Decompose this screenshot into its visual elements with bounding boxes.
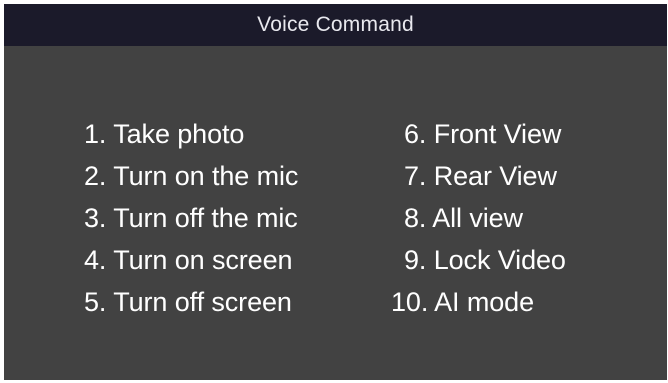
command-turn-off-mic: 3. Turn off the mic [84,203,298,233]
voice-command-screen: Voice Command 1. Take photo 2. Turn on t… [4,4,667,380]
command-take-photo: 1. Take photo [84,119,245,149]
page-title: Voice Command [257,13,414,36]
command-rear-view: 7. Rear View [404,161,557,191]
command-turn-on-screen: 4. Turn on screen [84,245,293,275]
command-front-view: 6. Front View [404,119,562,149]
command-all-view: 8. All view [404,203,523,233]
command-ai-mode: 10. AI mode [391,287,534,317]
command-lock-video: 9. Lock Video [404,245,566,275]
title-bar: Voice Command [4,4,667,46]
command-turn-off-screen: 5. Turn off screen [84,287,292,317]
command-turn-on-mic: 2. Turn on the mic [84,161,299,191]
